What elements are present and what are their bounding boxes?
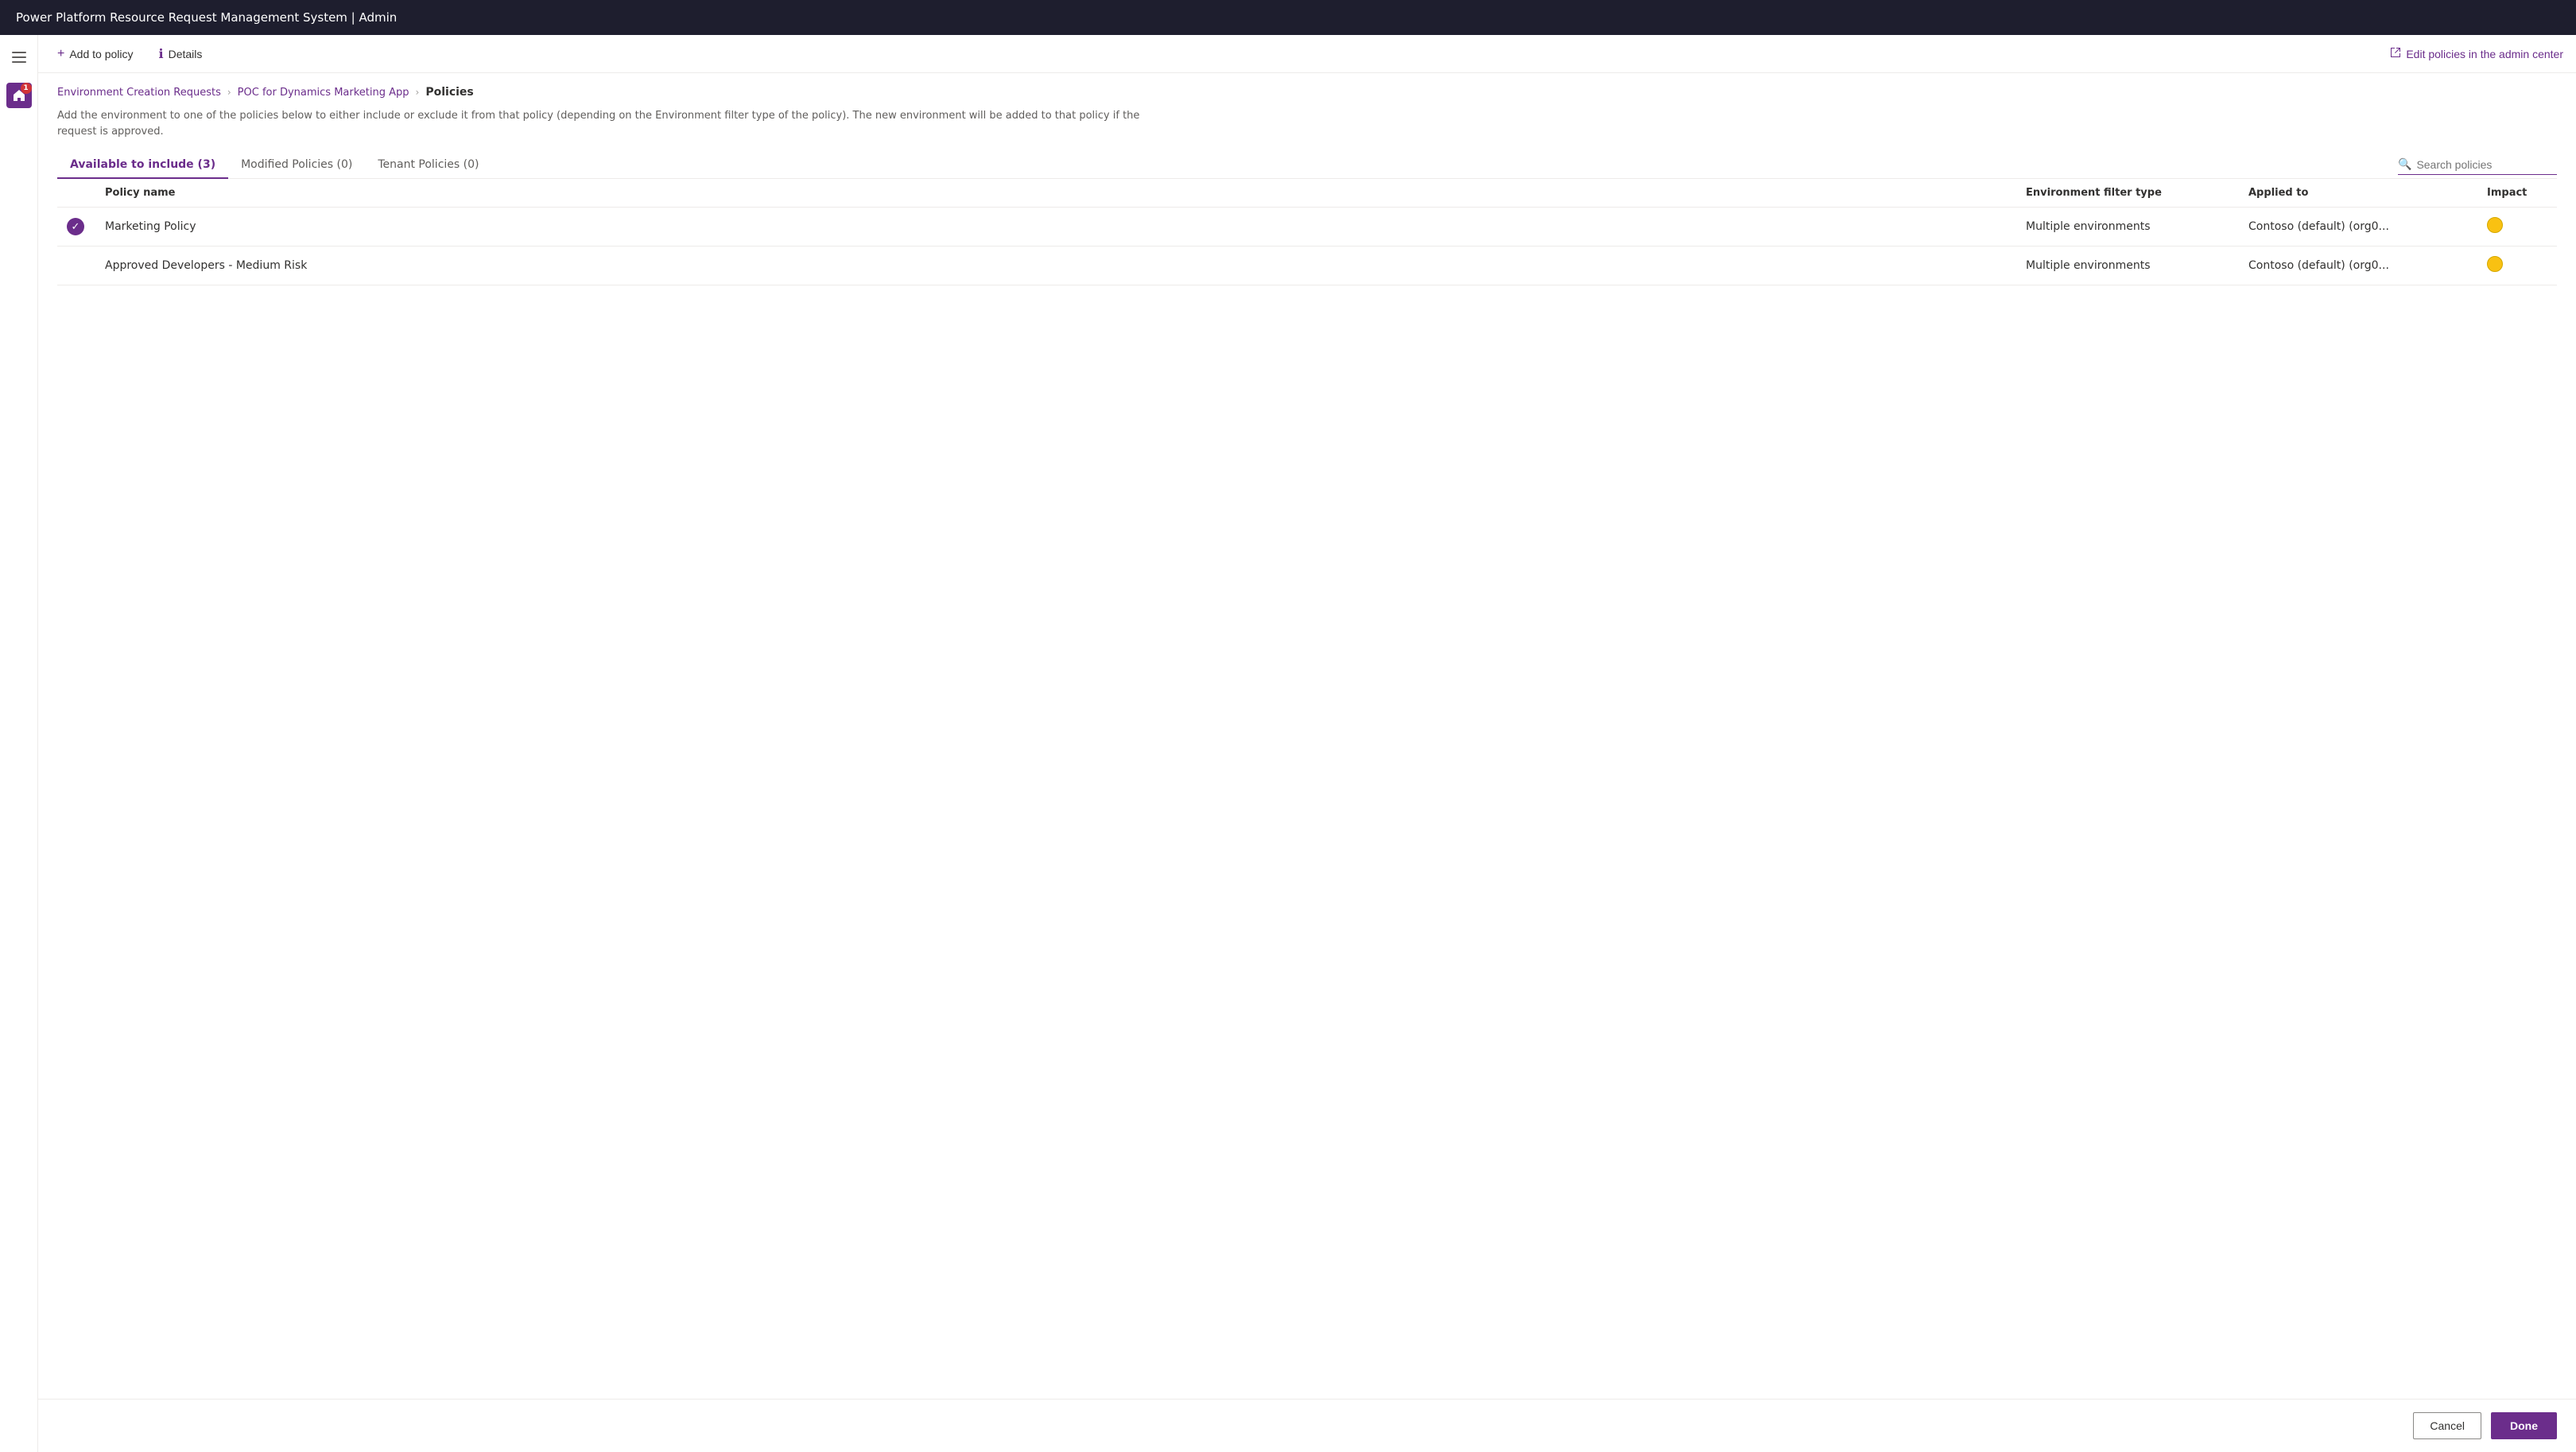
cancel-button[interactable]: Cancel	[2413, 1412, 2481, 1439]
table-row[interactable]: ✓ Marketing Policy Multiple environments…	[57, 208, 2557, 247]
col-header-name: Policy name	[95, 179, 2016, 208]
app-title: Power Platform Resource Request Manageme…	[16, 10, 397, 25]
col-header-impact: Impact	[2477, 179, 2557, 208]
page-description: Add the environment to one of the polici…	[57, 108, 1170, 139]
breadcrumb-current: Policies	[425, 86, 473, 99]
row2-filter-type: Multiple environments	[2016, 247, 2239, 285]
table-row[interactable]: Approved Developers - Medium Risk Multip…	[57, 247, 2557, 285]
col-header-check	[57, 179, 95, 208]
add-icon: +	[57, 47, 64, 61]
row2-impact-dot	[2487, 256, 2503, 272]
search-icon: 🔍	[2398, 158, 2411, 171]
breadcrumb: Environment Creation Requests › POC for …	[57, 86, 2557, 99]
row1-impact-dot	[2487, 217, 2503, 233]
top-bar: Power Platform Resource Request Manageme…	[0, 0, 2576, 35]
details-label: Details	[169, 48, 203, 60]
left-nav: 1	[0, 35, 38, 1452]
row1-filter-type: Multiple environments	[2016, 208, 2239, 247]
row2-check-cell	[57, 247, 95, 285]
nav-badge: 1	[21, 83, 32, 94]
footer: Cancel Done	[38, 1399, 2576, 1452]
external-link-icon	[2390, 47, 2401, 60]
hamburger-menu[interactable]	[3, 41, 35, 73]
table-body: ✓ Marketing Policy Multiple environments…	[57, 208, 2557, 285]
tabs-bar: Available to include (3) Modified Polici…	[57, 152, 2557, 179]
info-icon: ℹ	[159, 46, 164, 62]
main-layout: 1 + Add to policy ℹ Details Edit policie…	[0, 35, 2576, 1452]
row1-check-cell: ✓	[57, 208, 95, 247]
nav-home-item[interactable]: 1	[3, 80, 35, 111]
row2-applied-to: Contoso (default) (org0...	[2239, 247, 2477, 285]
breadcrumb-sep1: ›	[227, 87, 231, 98]
edit-policies-label: Edit policies in the admin center	[2406, 48, 2563, 60]
search-box: 🔍	[2398, 155, 2557, 175]
row1-check-icon: ✓	[67, 218, 84, 235]
row2-policy-name: Approved Developers - Medium Risk	[95, 247, 2016, 285]
tab-tenant[interactable]: Tenant Policies (0)	[365, 152, 491, 179]
row1-policy-name: Marketing Policy	[95, 208, 2016, 247]
toolbar-right: Edit policies in the admin center	[2390, 47, 2563, 60]
row1-impact-cell	[2477, 208, 2557, 247]
tab-available[interactable]: Available to include (3)	[57, 152, 228, 179]
breadcrumb-item2[interactable]: POC for Dynamics Marketing App	[238, 87, 409, 99]
col-header-filter: Environment filter type	[2016, 179, 2239, 208]
row2-impact-cell	[2477, 247, 2557, 285]
tab-modified[interactable]: Modified Policies (0)	[228, 152, 365, 179]
row1-applied-to: Contoso (default) (org0...	[2239, 208, 2477, 247]
search-input[interactable]	[2416, 158, 2543, 171]
add-to-policy-label: Add to policy	[69, 48, 133, 60]
policies-table: Policy name Environment filter type Appl…	[57, 179, 2557, 285]
content-area: + Add to policy ℹ Details Edit policies …	[38, 35, 2576, 1452]
breadcrumb-sep2: ›	[416, 87, 420, 98]
toolbar: + Add to policy ℹ Details Edit policies …	[38, 35, 2576, 73]
col-header-applied: Applied to	[2239, 179, 2477, 208]
breadcrumb-item1[interactable]: Environment Creation Requests	[57, 87, 221, 99]
page-body: Environment Creation Requests › POC for …	[38, 73, 2576, 1399]
edit-policies-button[interactable]: Edit policies in the admin center	[2390, 47, 2563, 60]
add-to-policy-button[interactable]: + Add to policy	[51, 44, 140, 64]
details-button[interactable]: ℹ Details	[153, 43, 209, 65]
table-header: Policy name Environment filter type Appl…	[57, 179, 2557, 208]
done-button[interactable]: Done	[2491, 1412, 2557, 1439]
